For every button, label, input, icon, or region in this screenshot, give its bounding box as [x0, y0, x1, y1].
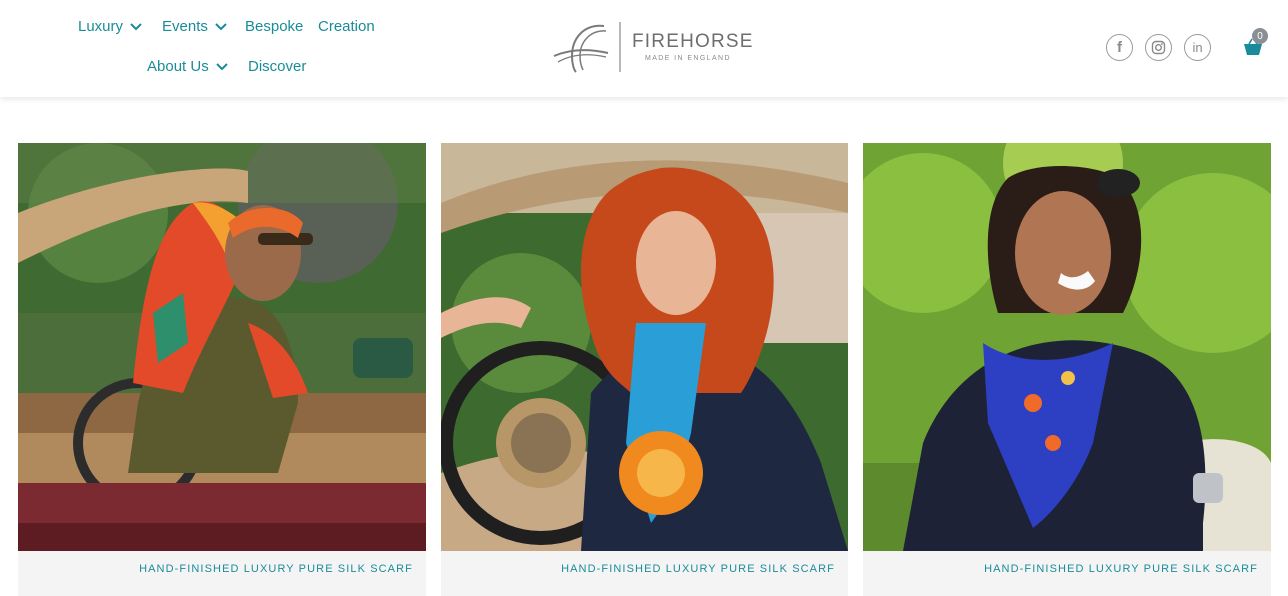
firehorse-mark-icon: [553, 22, 621, 73]
nav-about-us[interactable]: About Us: [147, 58, 229, 76]
logo-tagline: MADE IN ENGLAND: [645, 55, 731, 62]
nav-events[interactable]: Events: [162, 18, 228, 36]
nav-discover-label: Discover: [248, 58, 307, 75]
nav-events-label: Events: [162, 18, 208, 35]
product-label: HAND-FINISHED LUXURY PURE SILK SCARF: [561, 563, 835, 575]
nav-discover[interactable]: Discover: [248, 58, 306, 76]
product-photo[interactable]: [441, 143, 848, 551]
firehorse-logo[interactable]: FIREHORSE MADE IN ENGLAND: [552, 20, 752, 74]
logo-wordmark: FIREHORSE: [632, 31, 754, 52]
site-header: Luxury Events Bespoke Creation About Us …: [0, 0, 1288, 97]
product-photo[interactable]: [863, 143, 1271, 551]
product-title-partial: [32, 589, 412, 596]
linkedin-icon[interactable]: in: [1184, 34, 1211, 61]
nav-creation[interactable]: Creation: [318, 18, 375, 36]
red-haired-woman-photo: [441, 143, 848, 551]
chevron-down-icon: [215, 63, 228, 71]
nav-bespoke[interactable]: Bespoke: [245, 18, 303, 36]
smiling-woman-photo: [863, 143, 1271, 551]
product-card[interactable]: HAND-FINISHED LUXURY PURE SILK SCARF: [863, 143, 1271, 596]
nav-about-us-label: About Us: [147, 58, 209, 75]
product-photo[interactable]: [18, 143, 426, 551]
facebook-glyph: f: [1117, 39, 1122, 56]
linkedin-glyph: in: [1192, 40, 1203, 55]
chevron-down-icon: [215, 23, 227, 31]
chevron-down-icon: [130, 23, 142, 31]
nav-luxury-label: Luxury: [78, 18, 124, 35]
instagram-icon[interactable]: [1145, 34, 1172, 61]
product-card[interactable]: HAND-FINISHED LUXURY PURE SILK SCARF: [441, 143, 848, 596]
product-card[interactable]: HAND-FINISHED LUXURY PURE SILK SCARF: [18, 143, 426, 596]
cart-count-badge: 0: [1252, 28, 1268, 44]
product-label: HAND-FINISHED LUXURY PURE SILK SCARF: [139, 563, 413, 575]
nav-bespoke-label: Bespoke: [245, 18, 304, 35]
nav-luxury[interactable]: Luxury: [78, 18, 143, 36]
instagram-glyph: [1151, 40, 1166, 55]
product-title-partial: [877, 589, 1257, 596]
nav-creation-label: Creation: [318, 18, 375, 35]
product-title-partial: [455, 589, 835, 596]
product-label: HAND-FINISHED LUXURY PURE SILK SCARF: [984, 563, 1258, 575]
woman-convertible-photo: [18, 143, 426, 551]
facebook-icon[interactable]: f: [1106, 34, 1133, 61]
